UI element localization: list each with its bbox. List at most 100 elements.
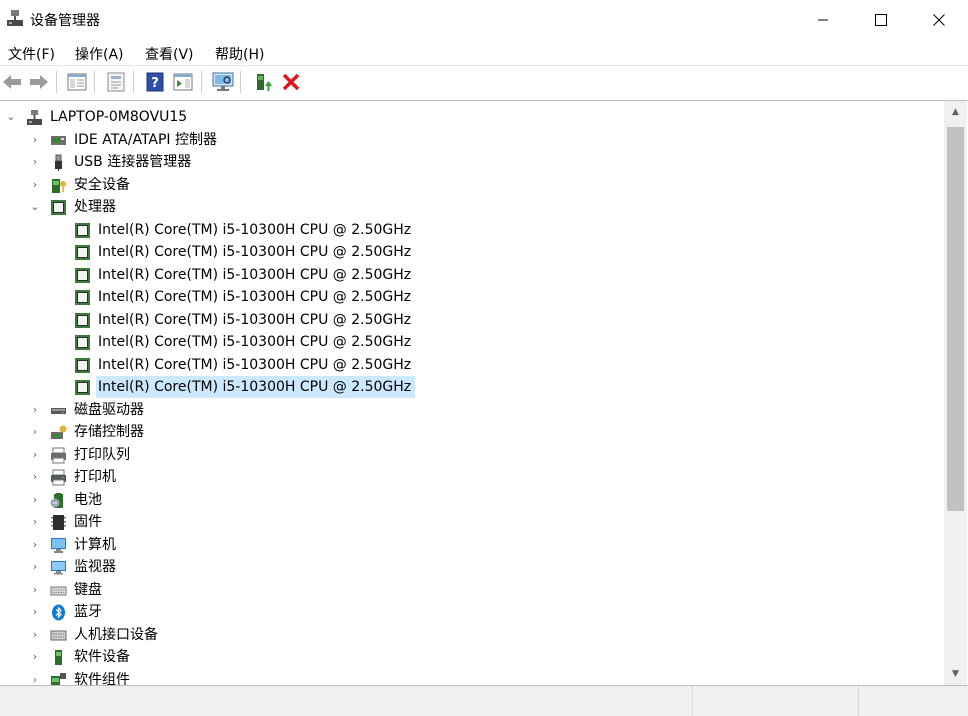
expand-chevron-icon[interactable]: ›: [28, 534, 42, 556]
tree-item-cpu[interactable]: Intel(R) Core(TM) i5-10300H CPU @ 2.50GH…: [0, 354, 944, 377]
tree-item-cpu[interactable]: Intel(R) Core(TM) i5-10300H CPU @ 2.50GH…: [0, 264, 944, 287]
back-button[interactable]: [1, 71, 23, 93]
tree-category-label: IDE ATA/ATAPI 控制器: [74, 131, 218, 148]
expand-chevron-icon[interactable]: ›: [28, 174, 42, 196]
scrollbar-thumb[interactable]: [947, 127, 964, 511]
tree-root-label: LAPTOP-0M8OVU15: [50, 109, 188, 125]
uninstall-device-button[interactable]: [280, 71, 302, 93]
forward-button[interactable]: [28, 71, 50, 93]
tree-category[interactable]: › 键盘: [0, 579, 944, 602]
tree-category[interactable]: › 磁盘驱动器: [0, 399, 944, 422]
expand-chevron-icon[interactable]: ›: [28, 444, 42, 466]
toolbar: ?: [0, 66, 968, 98]
maximize-button[interactable]: [852, 0, 910, 39]
expand-chevron-icon[interactable]: ›: [28, 624, 42, 646]
tree-category-label: 软件组件: [74, 671, 130, 686]
tree-category-processor[interactable]: ⌄ 处理器: [0, 196, 944, 219]
properties-icon: [107, 72, 125, 92]
scroll-up-icon[interactable]: ▲: [944, 103, 967, 120]
cpu-label: Intel(R) Core(TM) i5-10300H CPU @ 2.50GH…: [98, 266, 412, 283]
security-device-icon: [52, 178, 66, 193]
expand-chevron-icon[interactable]: ›: [28, 399, 42, 421]
minimize-icon: [818, 19, 828, 20]
expand-chevron-icon[interactable]: ›: [28, 579, 42, 601]
cpu-label: Intel(R) Core(TM) i5-10300H CPU @ 2.50GH…: [98, 311, 412, 328]
tree-category-label: 蓝牙: [74, 604, 102, 620]
title-bar: 设备管理器: [0, 0, 968, 39]
properties-button[interactable]: [105, 71, 127, 93]
tree-item-cpu[interactable]: Intel(R) Core(TM) i5-10300H CPU @ 2.50GH…: [0, 331, 944, 354]
tree-category-usb[interactable]: › USB 连接器管理器: [0, 151, 944, 174]
processor-icon: [75, 380, 90, 395]
menu-view[interactable]: 查看(V): [145, 44, 194, 64]
action-pane-button[interactable]: [172, 71, 194, 93]
print-queue-icon: [51, 447, 66, 463]
hid-icon: [50, 630, 67, 640]
minimize-button[interactable]: [794, 0, 852, 39]
close-button[interactable]: [910, 0, 968, 39]
tree-item-cpu[interactable]: Intel(R) Core(TM) i5-10300H CPU @ 2.50GH…: [0, 241, 944, 264]
tree-item-cpu[interactable]: Intel(R) Core(TM) i5-10300H CPU @ 2.50GH…: [0, 309, 944, 332]
update-driver-icon: [257, 74, 272, 91]
tree-category[interactable]: › 打印机: [0, 466, 944, 489]
expand-chevron-icon[interactable]: ›: [28, 669, 42, 686]
tree-category[interactable]: › 人机接口设备: [0, 624, 944, 647]
cpu-label: Intel(R) Core(TM) i5-10300H CPU @ 2.50GH…: [98, 334, 412, 350]
tree-root[interactable]: ⌄ LAPTOP-0M8OVU15: [0, 106, 944, 129]
device-tree: ⌄ LAPTOP-0M8OVU15 › IDE ATA/ATAPI 控制器 › …: [0, 106, 944, 686]
tree-category[interactable]: › 固件: [0, 511, 944, 534]
firmware-icon: [51, 515, 66, 530]
expand-chevron-icon[interactable]: ›: [28, 129, 42, 151]
tree-category[interactable]: › 软件组件: [0, 669, 944, 686]
cpu-label: Intel(R) Core(TM) i5-10300H CPU @ 2.50GH…: [96, 376, 416, 398]
battery-icon: [50, 492, 63, 508]
expand-chevron-icon[interactable]: ›: [28, 511, 42, 533]
tree-category-label: 人机接口设备: [74, 626, 158, 643]
expand-chevron-icon[interactable]: ›: [28, 466, 42, 488]
help-button[interactable]: ?: [144, 71, 166, 93]
processor-icon: [75, 267, 90, 283]
scan-hardware-icon: [212, 72, 234, 91]
update-driver-button[interactable]: [252, 71, 274, 93]
expand-chevron-icon[interactable]: ›: [28, 151, 42, 173]
toolbar-separator: [201, 71, 202, 93]
tree-category-label: 处理器: [74, 199, 116, 215]
expand-chevron-icon[interactable]: ›: [28, 646, 42, 668]
vertical-scrollbar[interactable]: ▲ ▼: [944, 101, 967, 685]
menu-file[interactable]: 文件(F): [8, 44, 55, 64]
tree-category-label: 监视器: [74, 559, 116, 575]
scroll-down-icon[interactable]: ▼: [944, 665, 967, 682]
tree-category-label: 软件设备: [74, 649, 130, 665]
expand-chevron-icon[interactable]: ›: [28, 556, 42, 578]
forward-arrow-icon: [30, 75, 48, 89]
menu-action[interactable]: 操作(A): [75, 44, 124, 64]
tree-category-security[interactable]: › 安全设备: [0, 174, 944, 197]
tree-category-label: 电池: [74, 491, 102, 508]
scan-hardware-button[interactable]: [212, 71, 234, 93]
console-tree-button[interactable]: [66, 71, 88, 93]
tree-item-cpu[interactable]: Intel(R) Core(TM) i5-10300H CPU @ 2.50GH…: [0, 376, 944, 399]
expand-chevron-icon[interactable]: ›: [28, 421, 42, 443]
expand-chevron-icon[interactable]: ›: [28, 489, 42, 511]
action-pane-icon: [173, 73, 193, 91]
tree-category[interactable]: › 电池: [0, 489, 944, 512]
tree-item-cpu[interactable]: Intel(R) Core(TM) i5-10300H CPU @ 2.50GH…: [0, 286, 944, 309]
tree-category[interactable]: › 监视器: [0, 556, 944, 579]
keyboard-icon: [50, 586, 67, 595]
tree-category-ide[interactable]: › IDE ATA/ATAPI 控制器: [0, 129, 944, 152]
tree-item-cpu[interactable]: Intel(R) Core(TM) i5-10300H CPU @ 2.50GH…: [0, 219, 944, 242]
collapse-chevron-icon[interactable]: ⌄: [4, 106, 18, 128]
tree-category-label: 键盘: [74, 581, 102, 598]
tree-category-label: 安全设备: [74, 176, 130, 193]
tree-category[interactable]: › 软件设备: [0, 646, 944, 669]
computer-icon: [51, 537, 66, 553]
cpu-label: Intel(R) Core(TM) i5-10300H CPU @ 2.50GH…: [98, 221, 412, 238]
tree-category[interactable]: › 蓝牙: [0, 601, 944, 624]
expand-chevron-icon[interactable]: ›: [28, 601, 42, 623]
disk-drive-icon: [51, 407, 66, 414]
tree-category[interactable]: › 打印队列: [0, 444, 944, 467]
tree-category[interactable]: › 存储控制器: [0, 421, 944, 444]
menu-help[interactable]: 帮助(H): [215, 44, 264, 64]
collapse-chevron-icon[interactable]: ⌄: [28, 196, 42, 218]
tree-category[interactable]: › 计算机: [0, 534, 944, 557]
